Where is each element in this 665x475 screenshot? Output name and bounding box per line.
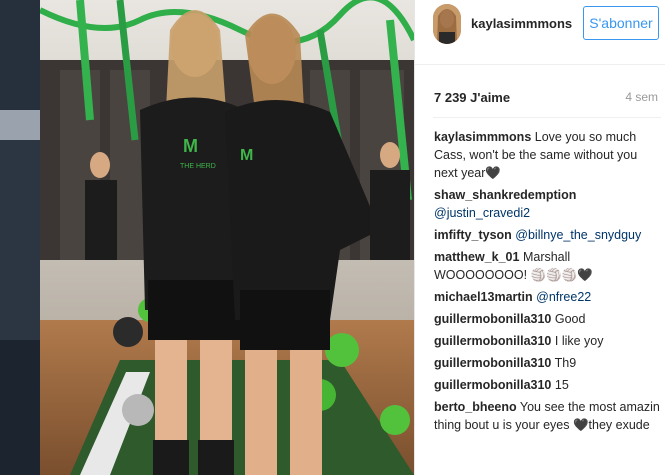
comment-text: I like yoy <box>554 334 604 348</box>
shirt-text-left: THE HERD <box>180 163 216 170</box>
post-username[interactable]: kaylasimmmons <box>471 16 572 31</box>
list-item: imfifty_tyson @billnye_the_snydguy <box>434 226 660 244</box>
list-item: guillermobonilla310 Good <box>434 310 660 328</box>
list-item: guillermobonilla310 I like yoy <box>434 332 660 350</box>
comment-username[interactable]: matthew_k_01 <box>434 250 519 264</box>
post-photo[interactable]: M THE HERD M <box>40 0 414 475</box>
background-strip <box>0 0 40 475</box>
avatar[interactable] <box>433 4 461 44</box>
comment-list: kaylasimmmons Love you so much Cass, won… <box>434 128 660 438</box>
list-item: matthew_k_01 Marshall WOOOOOOOO! 🏐🏐🏐🖤 <box>434 248 660 284</box>
list-item: michael13martin @nfree22 <box>434 288 660 306</box>
comment-username[interactable]: michael13martin <box>434 290 533 304</box>
comment-username[interactable]: kaylasimmmons <box>434 130 531 144</box>
comment-mention[interactable]: @justin_cravedi2 <box>434 206 530 220</box>
shirt-logo-right: M <box>240 147 253 164</box>
post-sidebar: kaylasimmmons S'abonner 7 239 J'aime 4 s… <box>414 0 665 475</box>
comment-text: Good <box>554 312 586 326</box>
post-time: 4 sem <box>625 90 658 104</box>
follow-button[interactable]: S'abonner <box>583 6 659 40</box>
list-item: berto_bheeno You see the most amazin thi… <box>434 398 660 434</box>
comment-username[interactable]: imfifty_tyson <box>434 228 512 242</box>
comment-username[interactable]: shaw_shankredemption <box>434 188 576 202</box>
avatar-image <box>433 4 461 44</box>
comment-username[interactable]: berto_bheeno <box>434 400 517 414</box>
shirt-logo-left: M <box>183 136 198 156</box>
post-header: kaylasimmmons S'abonner <box>415 0 665 65</box>
likes-count[interactable]: 7 239 J'aime <box>434 90 510 105</box>
comment-mention[interactable]: @billnye_the_snydguy <box>515 228 641 242</box>
post-photo-illustration: M THE HERD M <box>40 0 414 475</box>
comment-username[interactable]: guillermobonilla310 <box>434 356 551 370</box>
list-item: kaylasimmmons Love you so much Cass, won… <box>434 128 660 182</box>
comment-username[interactable]: guillermobonilla310 <box>434 334 551 348</box>
comment-username[interactable]: guillermobonilla310 <box>434 312 551 326</box>
list-item: guillermobonilla310 Th9 <box>434 354 660 372</box>
list-item: shaw_shankredemption @justin_cravedi2 <box>434 186 660 222</box>
list-item: guillermobonilla310 15 <box>434 376 660 394</box>
comment-username[interactable]: guillermobonilla310 <box>434 378 551 392</box>
comment-mention[interactable]: @nfree22 <box>536 290 591 304</box>
comment-text: 15 <box>554 378 569 392</box>
divider <box>433 117 661 118</box>
comment-text: Th9 <box>554 356 577 370</box>
